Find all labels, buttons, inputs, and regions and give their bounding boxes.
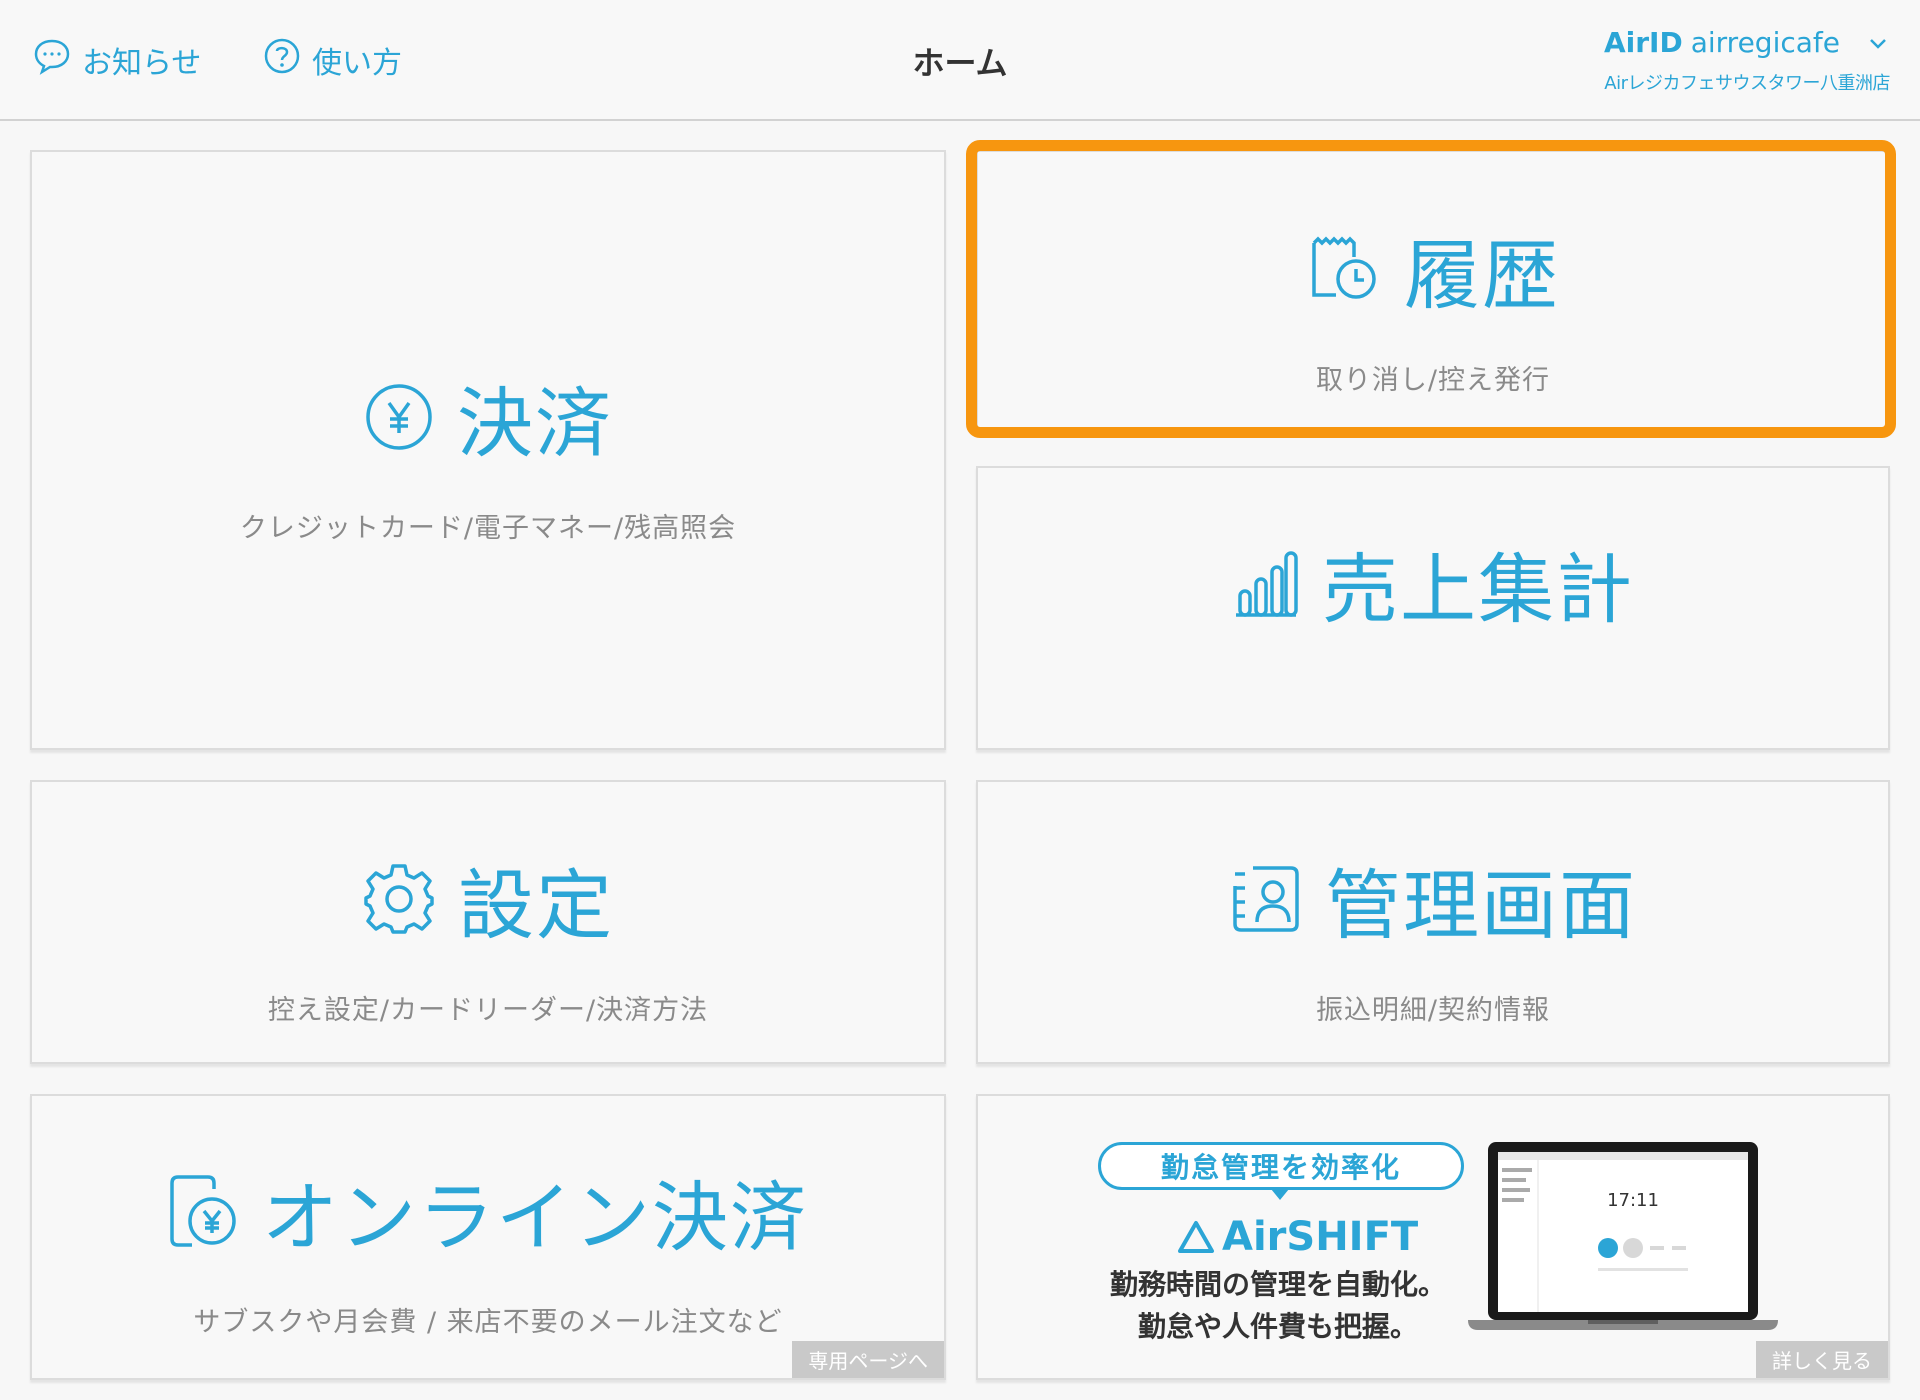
sales-tile[interactable]: 売上集計 <box>976 466 1890 750</box>
sales-title: 売上集計 <box>1322 545 1634 634</box>
learn-more-link[interactable]: 詳しく見る <box>1756 1341 1888 1378</box>
triangle-logo-icon <box>1178 1221 1214 1253</box>
banner-line2: 勤怠や人件費も把握。 <box>1137 1310 1418 1343</box>
online-payment-tile[interactable]: オンライン決済 サブスクや月会費 / 来店不要のメール注文など 専用ページへ <box>30 1094 946 1380</box>
airshift-logo-text: AirSHIFT <box>1222 1214 1419 1260</box>
account-menu[interactable]: AirID airregicafe Airレジカフェサウスタワー八重洲店 <box>1550 26 1891 95</box>
bar-chart-icon <box>1232 547 1300 619</box>
top-bar: お知らせ 使い方 ホーム AirID airregicafe Airレジカフェサ… <box>0 0 1920 121</box>
settings-subtitle: 控え設定/カードリーダー/決済方法 <box>267 995 709 1026</box>
store-name: Airレジカフェサウスタワー八重洲店 <box>1604 73 1890 94</box>
airshift-logo: AirSHIFT <box>1176 1214 1418 1260</box>
online-payment-subtitle: サブスクや月会費 / 来店不要のメール注文など <box>193 1307 783 1338</box>
yen-circle-icon <box>363 381 435 453</box>
help-link[interactable]: 使い方 <box>262 36 402 84</box>
question-circle-icon <box>262 36 302 84</box>
admin-tile[interactable]: 管理画面 振込明細/契約情報 <box>976 780 1890 1064</box>
banner-pill: 勤怠管理を効率化 <box>1098 1142 1464 1190</box>
phone-yen-icon <box>168 1173 240 1249</box>
user-list-icon <box>1229 862 1303 936</box>
page-title: ホーム <box>912 44 1008 82</box>
settings-tile[interactable]: 設定 控え設定/カードリーダー/決済方法 <box>30 780 946 1064</box>
payment-subtitle: クレジットカード/電子マネー/残高照会 <box>239 513 737 544</box>
payment-tile[interactable]: 決済 クレジットカード/電子マネー/残高照会 <box>30 150 946 750</box>
settings-title: 設定 <box>458 861 614 950</box>
banner-text: 勤務時間の管理を自動化。 勤怠や人件費も把握。 <box>1078 1264 1478 1348</box>
banner-pill-tail <box>1271 1189 1289 1200</box>
chevron-down-icon <box>1870 38 1886 49</box>
account-id: airregicafe <box>1690 26 1840 59</box>
admin-subtitle: 振込明細/契約情報 <box>1315 995 1551 1026</box>
history-tile[interactable]: 履歴 取り消し/控え発行 <box>976 150 1890 432</box>
online-payment-title: オンライン決済 <box>262 1173 808 1262</box>
payment-title: 決済 <box>457 379 613 468</box>
laptop-clock: 17:11 <box>1607 1190 1659 1211</box>
airshift-banner[interactable]: 勤怠管理を効率化 AirSHIFT 勤務時間の管理を自動化。 勤怠や人件費も把握… <box>976 1094 1890 1380</box>
history-title: 履歴 <box>1404 231 1560 320</box>
gear-icon <box>362 862 436 936</box>
airid-label: AirID <box>1603 26 1683 59</box>
laptop-image: 17:11 <box>1468 1142 1778 1330</box>
help-label: 使い方 <box>312 46 402 81</box>
speech-bubble-icon <box>32 36 72 84</box>
receipt-clock-icon <box>1306 233 1382 305</box>
dedicated-page-link[interactable]: 専用ページへ <box>792 1341 944 1378</box>
history-subtitle: 取り消し/控え発行 <box>1315 365 1551 396</box>
notice-label: お知らせ <box>82 46 202 81</box>
notice-link[interactable]: お知らせ <box>32 36 201 84</box>
admin-title: 管理画面 <box>1325 861 1637 950</box>
banner-line1: 勤務時間の管理を自動化。 <box>1109 1268 1446 1301</box>
